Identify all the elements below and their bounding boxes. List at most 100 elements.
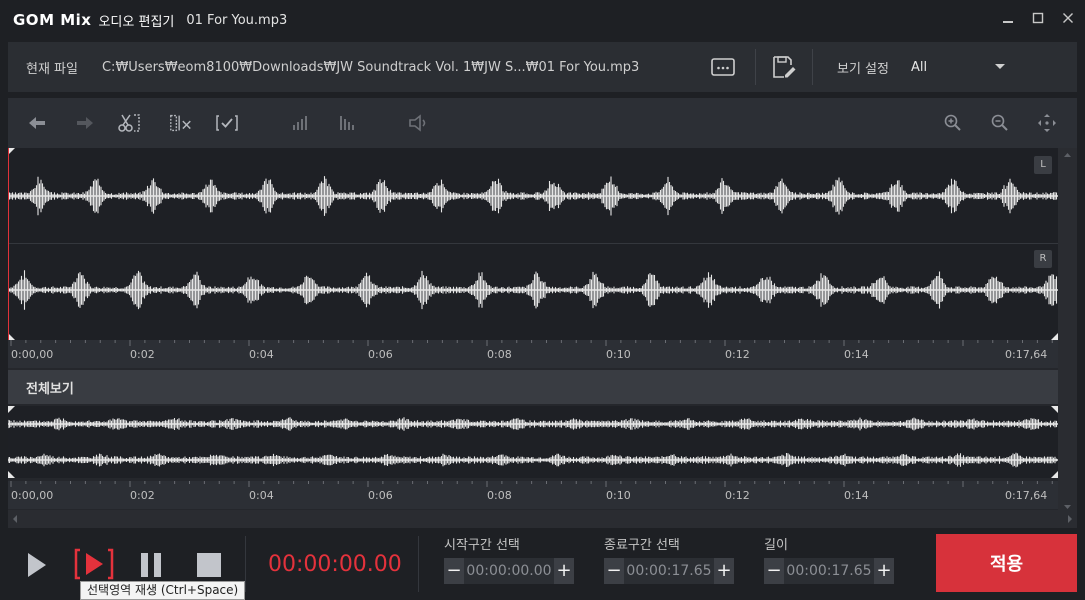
zoom-in-icon	[944, 114, 961, 131]
divider	[754, 49, 756, 85]
start-selection-group: 시작구간 선택 − 00:00:00.00 +	[444, 534, 574, 584]
overview-label: 전체보기	[26, 381, 74, 397]
scrollbar-arrows	[13, 515, 1072, 523]
pause-icon	[141, 553, 161, 577]
length-field[interactable]: 00:00:17.65	[784, 558, 874, 584]
overview-waveform[interactable]	[7, 406, 1058, 478]
redo-icon	[77, 117, 93, 129]
select-all-icon	[216, 115, 238, 131]
volume-button[interactable]	[406, 110, 432, 136]
open-folder-button[interactable]	[709, 53, 737, 81]
left-channel[interactable]: L	[7, 148, 1058, 243]
selection-marker	[1051, 471, 1058, 478]
end-decrement-button[interactable]: −	[604, 558, 624, 584]
ruler-label: 0:12	[725, 348, 750, 361]
ruler-label: 0:14	[844, 348, 869, 361]
main-time-ruler[interactable]: 0:00,00 0:02 0:04 0:06 0:08 0:10 0:12 0:…	[8, 340, 1058, 368]
ruler-label: 0:04	[249, 348, 274, 361]
playhead[interactable]	[8, 148, 9, 340]
ruler-label: 0:08	[487, 489, 512, 502]
start-decrement-button[interactable]: −	[444, 558, 464, 584]
zoom-out-icon	[991, 114, 1008, 131]
horizontal-scrollbar[interactable]	[8, 510, 1077, 528]
fade-in-icon	[293, 116, 307, 130]
selection-marker	[8, 471, 15, 478]
stop-button[interactable]	[195, 550, 223, 584]
length-stepper: − 00:00:17.65 +	[764, 558, 894, 584]
app-logo: GOM Mix	[13, 11, 92, 29]
vertical-scrollbar[interactable]	[1058, 148, 1077, 528]
play-icon	[28, 553, 46, 577]
end-time-field[interactable]: 00:00:17.65	[624, 558, 714, 584]
length-label: 길이	[764, 538, 788, 553]
fit-view-button[interactable]	[1034, 110, 1060, 136]
minimize-icon[interactable]	[1001, 10, 1015, 26]
edit-toolbar	[8, 98, 1077, 148]
ruler-ticks	[10, 481, 1053, 487]
divider	[418, 536, 419, 592]
play-selection-icon	[74, 548, 114, 580]
zoom-in-button[interactable]	[940, 110, 966, 136]
close-icon[interactable]	[1061, 10, 1075, 26]
start-increment-button[interactable]: +	[554, 558, 574, 584]
save-edit-icon	[773, 56, 796, 78]
selection-marker	[1051, 406, 1058, 413]
start-time-field[interactable]: 00:00:00.00	[464, 558, 554, 584]
ruler-label: 0:02	[130, 348, 155, 361]
ruler-label: 0:04	[249, 489, 274, 502]
pause-button[interactable]	[138, 550, 164, 584]
fade-out-button[interactable]	[334, 110, 360, 136]
play-selection-tooltip: 선택영역 재생 (Ctrl+Space)	[80, 581, 246, 600]
select-all-button[interactable]	[214, 110, 240, 136]
fade-in-button[interactable]	[287, 110, 313, 136]
length-group: 길이 − 00:00:17.65 +	[764, 534, 894, 584]
chevron-down-icon	[994, 64, 1005, 69]
play-button[interactable]	[24, 550, 48, 584]
ruler-label: 0:12	[725, 489, 750, 502]
overview-header: 전체보기	[8, 370, 1077, 404]
ruler-label: 0:02	[130, 489, 155, 502]
overview-time-ruler[interactable]: 0:00,00 0:02 0:04 0:06 0:08 0:10 0:12 0:…	[8, 481, 1058, 509]
window-controls	[1001, 10, 1075, 26]
apply-button[interactable]: 적용	[936, 534, 1077, 592]
ruler-label: 0:06	[368, 348, 393, 361]
end-selection-group: 종료구간 선택 − 00:00:17.65 +	[604, 534, 734, 584]
right-channel[interactable]: R	[7, 244, 1058, 339]
delete-selection-icon	[170, 114, 191, 132]
file-bar: 현재 파일 C:₩Users₩eom8100₩Downloads₩JW Soun…	[8, 42, 1077, 92]
view-settings-select[interactable]: All	[911, 54, 1006, 80]
window-file-title: 01 For You.mp3	[186, 12, 288, 28]
save-as-button[interactable]	[770, 53, 798, 81]
selection-marker	[8, 406, 15, 413]
ruler-label: 0:10	[606, 489, 631, 502]
ruler-label: 0:00,00	[11, 489, 54, 502]
maximize-icon[interactable]	[1031, 10, 1045, 26]
current-time-display: 00:00:00.00	[268, 552, 402, 577]
left-channel-badge: L	[1034, 156, 1052, 174]
end-increment-button[interactable]: +	[714, 558, 734, 584]
redo-button[interactable]	[72, 110, 98, 136]
ruler-label: 0:08	[487, 348, 512, 361]
length-increment-button[interactable]: +	[874, 558, 894, 584]
ruler-label: 0:17,64	[1005, 489, 1048, 502]
ruler-label: 0:10	[606, 348, 631, 361]
length-decrement-button[interactable]: −	[764, 558, 784, 584]
title-bar: GOM Mix 오디오 편집기 01 For You.mp3	[0, 0, 1085, 40]
play-selection-button[interactable]	[74, 548, 114, 584]
end-time-stepper: − 00:00:17.65 +	[604, 558, 734, 584]
delete-selection-button[interactable]	[168, 110, 194, 136]
ruler-label: 0:17,64	[1005, 348, 1048, 361]
cut-icon	[118, 114, 140, 132]
ruler-label: 0:00,00	[11, 348, 54, 361]
right-channel-badge: R	[1034, 250, 1052, 268]
divider	[811, 49, 813, 85]
left-channel-waveform	[7, 176, 1058, 216]
stop-icon	[197, 553, 221, 577]
undo-button[interactable]	[24, 110, 50, 136]
main-waveform[interactable]: L R	[7, 148, 1058, 340]
start-selection-label: 시작구간 선택	[444, 538, 520, 553]
current-file-path: C:₩Users₩eom8100₩Downloads₩JW Soundtrack…	[101, 59, 640, 75]
cut-button[interactable]	[117, 110, 143, 136]
start-time-stepper: − 00:00:00.00 +	[444, 558, 574, 584]
zoom-out-button[interactable]	[987, 110, 1013, 136]
